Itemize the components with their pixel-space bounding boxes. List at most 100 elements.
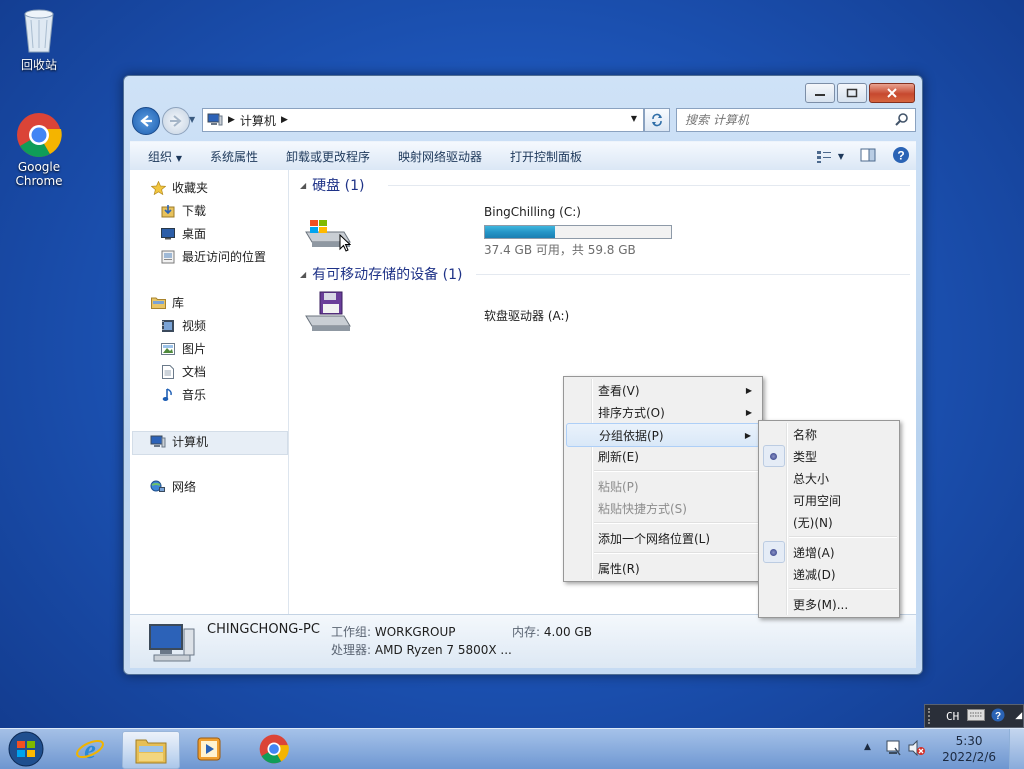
address-dropdown-icon[interactable]: ▼ (631, 114, 637, 123)
close-button[interactable] (869, 83, 915, 103)
recent-pages-dropdown[interactable]: ▼ (189, 115, 195, 124)
language-bar[interactable]: CH ? ◢ (924, 704, 1024, 728)
drive-item-a[interactable] (304, 290, 444, 336)
system-clock[interactable]: 5:30 2022/2/6 (942, 733, 996, 765)
desktop-icon-chrome[interactable]: Google Chrome (1, 112, 77, 188)
menu-separator (789, 536, 897, 538)
collapse-triangle-icon[interactable]: ◢ (300, 270, 306, 279)
ie-icon: e (76, 735, 104, 764)
change-view-button[interactable]: ▼ (816, 150, 844, 164)
taskbar-chrome-button[interactable] (246, 731, 302, 767)
command-bar: 组织 ▼ 系统属性 卸载或更改程序 映射网络驱动器 打开控制面板 ▼ ? (130, 141, 916, 171)
taskbar-explorer-button[interactable] (122, 731, 180, 769)
drive-label[interactable]: BingChilling (C:) (484, 205, 581, 219)
open-control-panel-button[interactable]: 打开控制面板 (496, 148, 596, 165)
map-network-drive-button[interactable]: 映射网络驱动器 (384, 148, 496, 165)
computer-icon (150, 435, 166, 449)
system-properties-button[interactable]: 系统属性 (196, 148, 272, 165)
breadcrumb-item-computer[interactable]: 计算机 (240, 112, 276, 129)
nav-favorites[interactable]: 收藏夹 (150, 179, 208, 196)
breadcrumb-chevron-icon[interactable]: ▶ (228, 115, 235, 125)
nav-item-documents[interactable]: 文档 (160, 363, 206, 380)
language-bar-grip[interactable] (928, 708, 936, 724)
details-pane: CHINGCHONG-PC 工作组: WORKGROUP 内存: 4.00 GB… (130, 614, 916, 668)
submenu-item-free-space[interactable]: 可用空间 (761, 489, 897, 511)
start-button[interactable] (2, 729, 50, 769)
memory-info: 内存: 4.00 GB (512, 625, 592, 639)
drive-usage-bar (484, 225, 672, 239)
chrome-icon (259, 734, 289, 764)
menu-item-refresh[interactable]: 刷新(E) (566, 445, 760, 467)
show-desktop-button[interactable] (1009, 729, 1024, 769)
nav-computer[interactable]: 计算机 (150, 433, 208, 450)
submenu-item-descending[interactable]: 递减(D) (761, 563, 897, 585)
breadcrumb-chevron-icon[interactable]: ▶ (281, 115, 288, 125)
search-input[interactable] (677, 112, 897, 128)
help-icon[interactable]: ? (991, 708, 1005, 725)
volume-muted-icon[interactable] (908, 739, 926, 759)
svg-text:e: e (84, 735, 96, 764)
submenu-item-name[interactable]: 名称 (761, 423, 897, 445)
view-options-icon (816, 150, 831, 163)
explorer-icon (135, 739, 167, 764)
nav-item-downloads[interactable]: 下载 (160, 202, 206, 219)
menu-item-paste: 粘贴(P) (598, 479, 639, 494)
svg-text:?: ? (995, 711, 1001, 722)
maximize-button[interactable] (837, 83, 867, 103)
action-center-icon[interactable] (885, 740, 901, 759)
drive-free-space: 37.4 GB 可用，共 59.8 GB (484, 243, 636, 257)
language-code[interactable]: CH (946, 710, 959, 723)
preview-pane-button[interactable] (860, 148, 876, 165)
taskbar-ie-button[interactable]: e (62, 731, 118, 767)
submenu-arrow-icon: ▶ (745, 407, 752, 417)
group-by-submenu: 名称 类型 总大小 可用空间 (无)(N) 递增(A) 递减(D) 更多(M).… (758, 420, 900, 618)
nav-item-pictures[interactable]: 图片 (160, 340, 206, 357)
submenu-arrow-icon: ▶ (744, 430, 751, 440)
taskbar-media-player-button[interactable] (182, 731, 238, 767)
navigation-bar: ▼ ▶ 计算机 ▶ ▼ (130, 106, 916, 136)
desktop-icon-recycle-bin[interactable]: 回收站 (1, 6, 77, 73)
refresh-button[interactable] (644, 108, 670, 132)
music-library-icon (160, 387, 176, 402)
address-bar[interactable]: ▶ 计算机 ▶ ▼ (202, 108, 644, 132)
search-icon[interactable] (895, 112, 909, 129)
clock-date: 2022/2/6 (942, 750, 996, 764)
submenu-item-type[interactable]: 类型 (761, 445, 897, 467)
submenu-item-total-size[interactable]: 总大小 (761, 467, 897, 489)
input-method-icon[interactable] (967, 708, 986, 724)
drive-usage-fill (485, 226, 555, 238)
video-library-icon (160, 319, 176, 333)
organize-menu-button[interactable]: 组织 ▼ (130, 148, 196, 165)
nav-item-desktop[interactable]: 桌面 (160, 225, 206, 242)
minimize-button[interactable] (805, 83, 835, 103)
nav-network[interactable]: 网络 (150, 478, 196, 495)
collapse-triangle-icon[interactable]: ◢ (300, 181, 306, 190)
downloads-icon (160, 204, 176, 218)
drive-label[interactable]: 软盘驱动器 (A:) (484, 307, 569, 324)
menu-item-view[interactable]: 查看(V) ▶ (566, 379, 760, 401)
context-menu: 查看(V) ▶ 排序方式(O) ▶ 分组依据(P) ▶ 刷新(E) 粘贴(P) 粘贴快… (563, 376, 763, 582)
nav-libraries[interactable]: 库 (150, 294, 184, 311)
options-arrow-icon[interactable]: ◢ (1015, 711, 1022, 721)
radio-selected-icon (770, 452, 777, 460)
menu-item-group-by[interactable]: 分组依据(P) ▶ (566, 423, 760, 447)
back-button[interactable] (132, 107, 160, 135)
show-hidden-icons-button[interactable]: ▲ (864, 742, 871, 752)
uninstall-program-button[interactable]: 卸载或更改程序 (272, 148, 384, 165)
search-box[interactable] (676, 108, 916, 132)
nav-item-recent-places[interactable]: 最近访问的位置 (160, 248, 266, 265)
star-icon (150, 180, 166, 195)
submenu-item-ascending[interactable]: 递增(A) (761, 541, 897, 563)
help-button[interactable]: ? (892, 146, 910, 167)
menu-item-properties[interactable]: 属性(R) (566, 557, 760, 579)
submenu-item-more[interactable]: 更多(M)... (761, 593, 897, 615)
menu-item-sort-by[interactable]: 排序方式(O) ▶ (566, 401, 760, 423)
nav-item-videos[interactable]: 视频 (160, 317, 206, 334)
group-header-removable[interactable]: ◢ 有可移动存储的设备 (1) (300, 264, 462, 284)
forward-button[interactable] (162, 107, 190, 135)
submenu-item-none[interactable]: (无)(N) (761, 511, 897, 533)
radio-selected-icon (770, 548, 777, 556)
menu-item-add-network-location[interactable]: 添加一个网络位置(L) (566, 527, 760, 549)
group-header-hard-disks[interactable]: ◢ 硬盘 (1) (300, 175, 364, 195)
nav-item-music[interactable]: 音乐 (160, 386, 206, 403)
